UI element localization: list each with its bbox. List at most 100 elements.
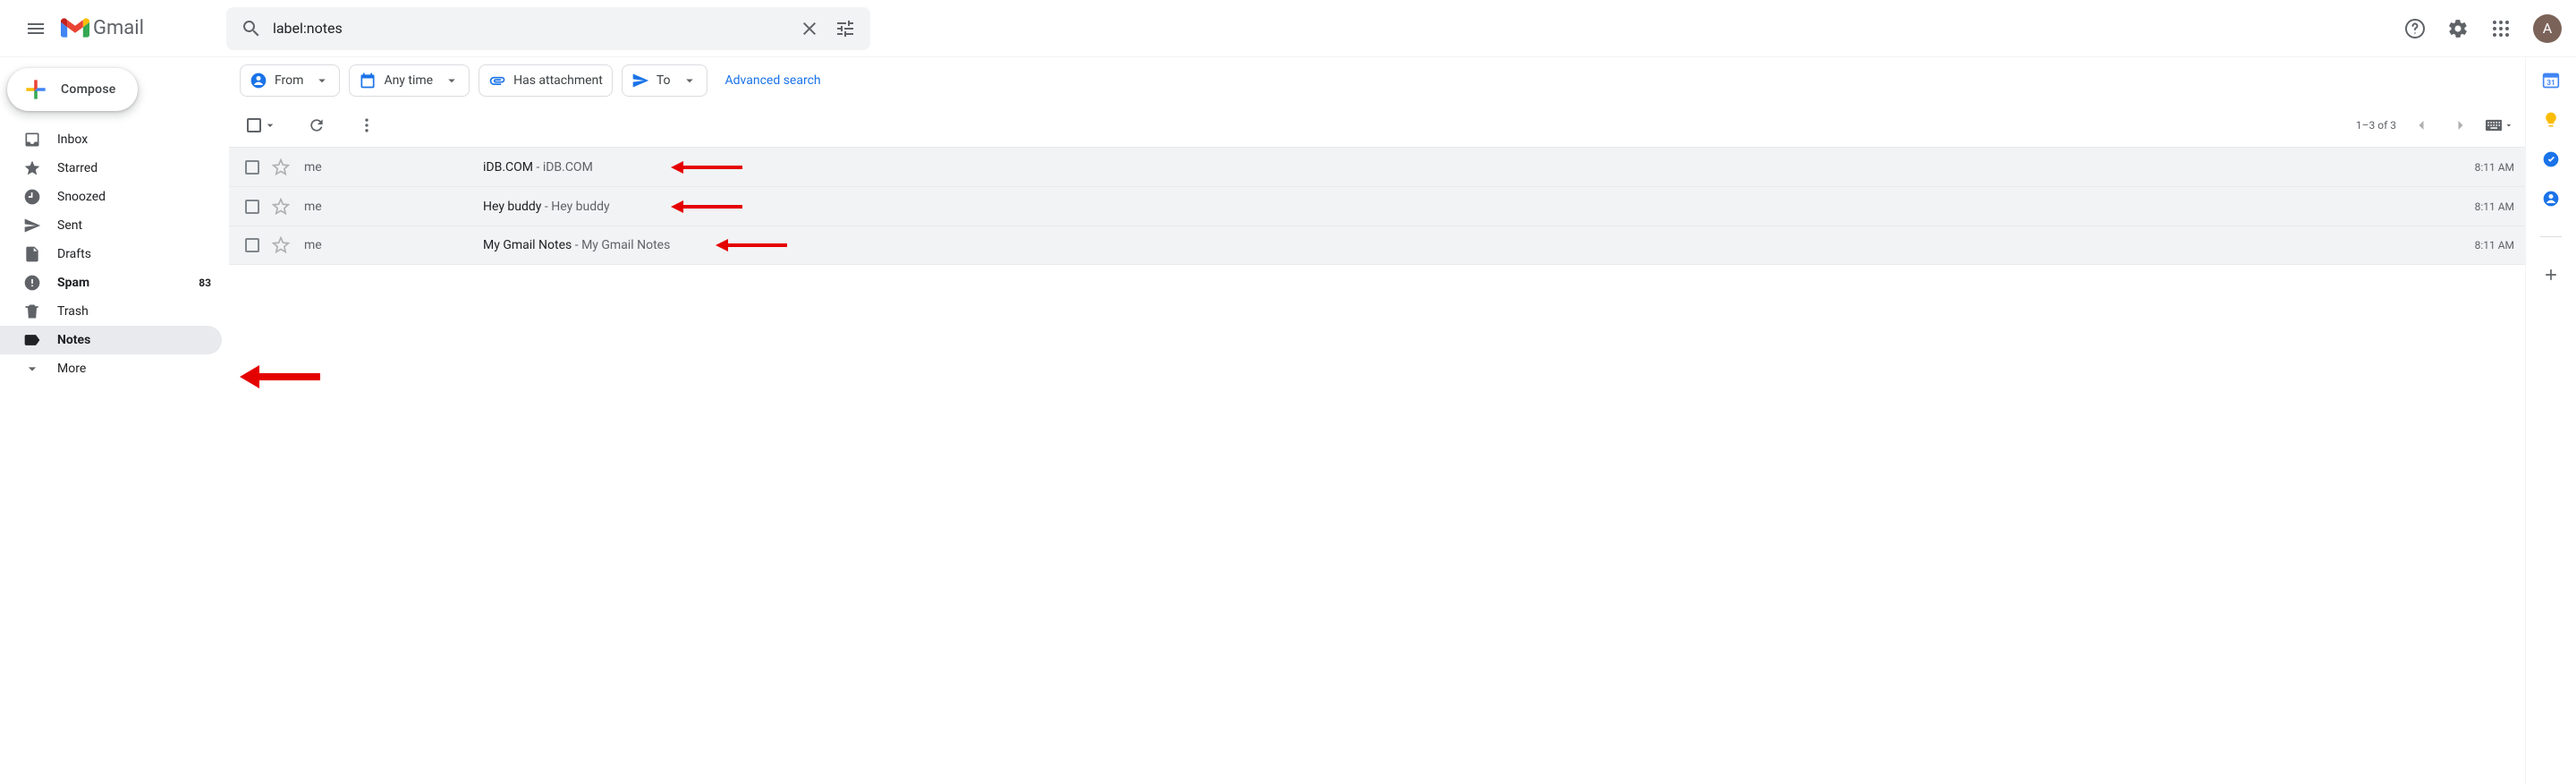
rail-divider [2540, 236, 2562, 237]
toolbar: 1–3 of 3 [229, 104, 2525, 147]
search-box [226, 7, 870, 50]
calendar-addon-button[interactable]: 31 [2542, 72, 2560, 89]
apps-icon [2490, 18, 2512, 39]
settings-button[interactable] [2440, 11, 2476, 47]
sidebar-item-inbox[interactable]: Inbox [0, 125, 222, 154]
send-icon [23, 217, 41, 234]
help-button[interactable] [2397, 11, 2433, 47]
main-panel: From Any time Has attachment To Advanced… [229, 57, 2526, 784]
layout: Compose Inbox Starred Snoozed Sent Draft… [0, 57, 2576, 784]
email-subject-wrap: Hey buddy - Hey buddy [483, 200, 2464, 214]
email-time: 8:11 AM [2475, 161, 2514, 174]
send-icon [631, 72, 649, 89]
star-icon [272, 236, 290, 254]
search-icon [241, 18, 262, 39]
sidebar-item-spam[interactable]: Spam 83 [0, 268, 222, 297]
contacts-icon [2542, 190, 2560, 208]
label-icon [23, 331, 41, 349]
select-all-checkbox[interactable] [240, 111, 284, 140]
prev-page-button[interactable] [2407, 111, 2436, 140]
row-checkbox[interactable] [245, 200, 263, 214]
chevron-down-icon [263, 118, 277, 132]
keyboard-icon [2486, 119, 2502, 132]
calendar-icon [359, 72, 377, 89]
star-button[interactable] [272, 236, 290, 254]
annotation-arrow-icon [671, 200, 742, 213]
nav-label: Notes [57, 333, 211, 347]
trash-icon [23, 303, 41, 320]
header: Gmail A [0, 0, 2576, 57]
keep-icon [2542, 111, 2560, 129]
search-options-button[interactable] [827, 11, 863, 47]
clock-icon [23, 188, 41, 206]
clear-search-button[interactable] [792, 11, 827, 47]
compose-button[interactable]: Compose [7, 68, 138, 111]
sidebar-item-starred[interactable]: Starred [0, 154, 222, 183]
draft-icon [23, 245, 41, 263]
filter-attachment[interactable]: Has attachment [479, 64, 613, 97]
filter-time[interactable]: Any time [349, 64, 470, 97]
menu-icon [25, 18, 47, 39]
email-subject: iDB.COM [483, 160, 533, 175]
contacts-addon-button[interactable] [2542, 190, 2560, 208]
row-checkbox[interactable] [245, 160, 263, 175]
sidebar-item-trash[interactable]: Trash [0, 297, 222, 326]
calendar-icon: 31 [2542, 72, 2560, 89]
input-tools-button[interactable] [2486, 111, 2514, 140]
email-time: 8:11 AM [2475, 200, 2514, 213]
nav-label: More [57, 362, 211, 376]
chevron-down-icon [682, 72, 698, 89]
advanced-search-link[interactable]: Advanced search [725, 73, 821, 88]
sidebar-item-more[interactable]: More [0, 354, 222, 383]
more-icon [358, 116, 376, 134]
email-row[interactable]: me Hey buddy - Hey buddy 8:11 AM [229, 186, 2525, 226]
keep-addon-button[interactable] [2542, 111, 2560, 129]
gmail-logo[interactable]: Gmail [61, 17, 144, 39]
apps-button[interactable] [2483, 11, 2519, 47]
nav-label: Drafts [57, 247, 211, 261]
email-sender: me [304, 200, 483, 214]
help-icon [2404, 18, 2426, 39]
email-row[interactable]: me My Gmail Notes - My Gmail Notes 8:11 … [229, 226, 2525, 265]
nav-label: Spam [57, 276, 199, 290]
gmail-icon [61, 18, 89, 39]
sidebar: Compose Inbox Starred Snoozed Sent Draft… [0, 57, 229, 784]
sidebar-item-drafts[interactable]: Drafts [0, 240, 222, 268]
gear-icon [2447, 18, 2469, 39]
star-button[interactable] [272, 198, 290, 216]
email-list: me iDB.COM - iDB.COM 8:11 AM me Hey budd… [229, 147, 2525, 265]
more-actions-button[interactable] [349, 107, 385, 143]
account-avatar[interactable]: A [2533, 14, 2562, 43]
filter-bar: From Any time Has attachment To Advanced… [229, 57, 2525, 104]
star-icon [23, 159, 41, 177]
inbox-icon [23, 131, 41, 149]
row-checkbox[interactable] [245, 238, 263, 252]
nav-count: 83 [199, 277, 211, 289]
chevron-down-icon [2504, 119, 2514, 132]
sidebar-item-sent[interactable]: Sent [0, 211, 222, 240]
star-button[interactable] [272, 158, 290, 176]
nav-label: Snoozed [57, 190, 211, 204]
filter-to[interactable]: To [622, 64, 708, 97]
get-addons-button[interactable] [2542, 266, 2560, 284]
refresh-button[interactable] [299, 107, 335, 143]
chevron-down-icon [23, 360, 41, 378]
tasks-addon-button[interactable] [2542, 150, 2560, 168]
email-row[interactable]: me iDB.COM - iDB.COM 8:11 AM [229, 147, 2525, 186]
count-text: 1–3 of 3 [2356, 119, 2396, 132]
sidebar-item-notes[interactable]: Notes [0, 326, 222, 354]
email-sender: me [304, 160, 483, 175]
chip-label: To [657, 73, 671, 88]
filter-from[interactable]: From [240, 64, 340, 97]
close-icon [799, 18, 820, 39]
annotation-arrow-icon [716, 239, 787, 251]
plus-icon [2542, 266, 2560, 284]
email-subject: My Gmail Notes [483, 238, 572, 252]
next-page-button[interactable] [2446, 111, 2475, 140]
sidebar-item-snoozed[interactable]: Snoozed [0, 183, 222, 211]
search-input[interactable] [269, 20, 792, 37]
main-menu-button[interactable] [14, 7, 57, 50]
email-snippet: - iDB.COM [533, 160, 593, 175]
search-button[interactable] [233, 11, 269, 47]
annotation-arrow-icon [240, 365, 320, 388]
